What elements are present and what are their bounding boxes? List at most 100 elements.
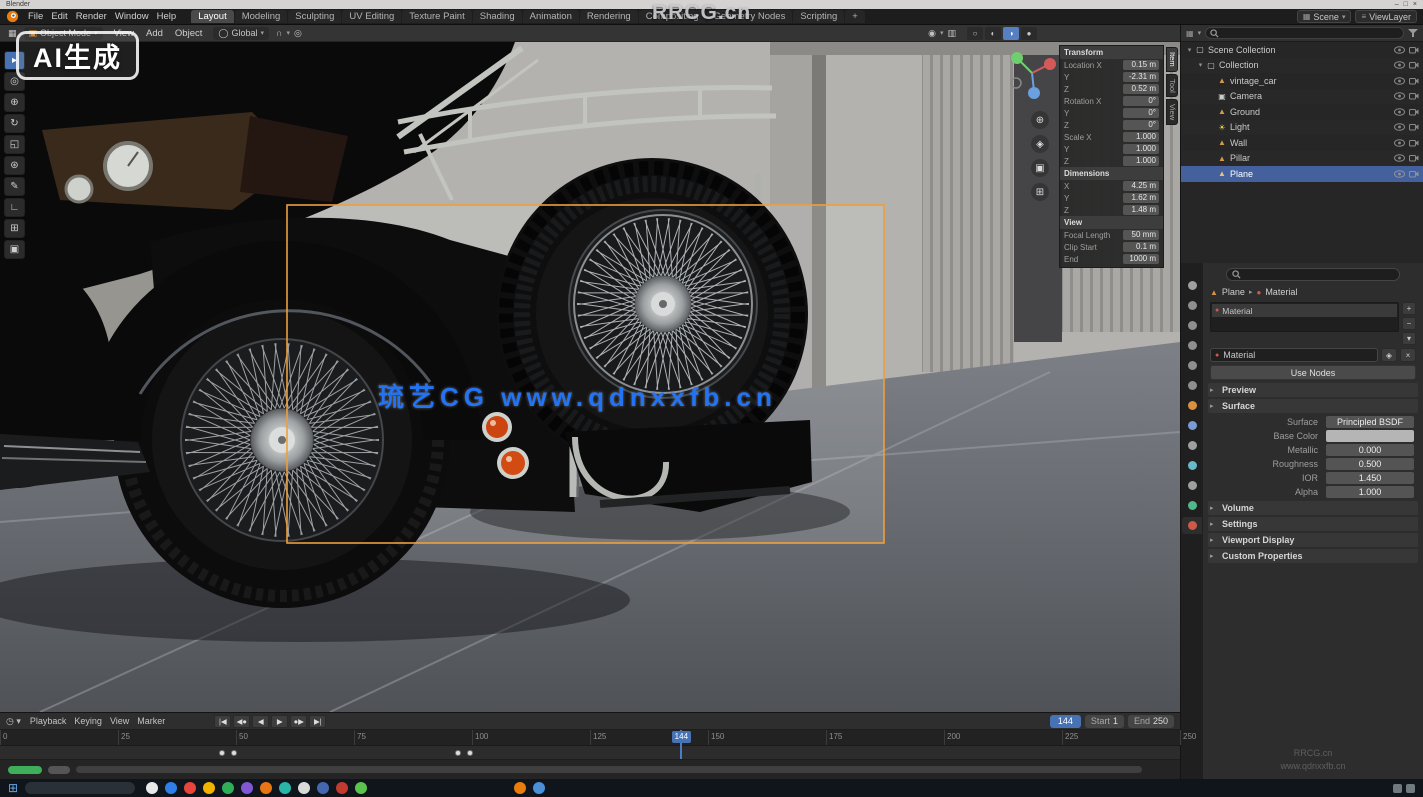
properties-tab[interactable] [1182,277,1202,294]
property-row[interactable]: ▸ Metallic 0.000 [1210,443,1416,457]
filter-funnel-icon[interactable] [1408,29,1418,38]
render-camera-icon[interactable] [1409,108,1419,116]
outliner-row[interactable]: ▾ ▢ Collection [1181,58,1423,74]
outliner-row[interactable]: ▾ ▲ Wall [1181,135,1423,151]
transport-button[interactable]: ◀● [233,715,250,728]
scene-selector[interactable]: ▦Scene▾ [1297,10,1352,23]
current-frame-field[interactable]: 144 [1050,715,1081,728]
sidebar-row[interactable]: Z 1.48 m [1060,204,1163,216]
topbar-menu-item[interactable]: Edit [47,11,71,22]
properties-tab[interactable] [1182,437,1202,454]
timeline-ruler[interactable]: 0255075100125150175200225250 144 [0,730,1180,746]
render-camera-icon[interactable] [1409,61,1419,69]
visibility-eye-icon[interactable] [1394,139,1405,147]
viewport-nav-icon[interactable]: ⊕ [1031,111,1049,129]
sidebar-row[interactable]: Rotation X 0° [1060,95,1163,107]
timeline-menu-item[interactable]: View [107,716,132,726]
workspace-tab[interactable]: + [845,10,865,23]
datablock-button[interactable]: ◈ [1381,348,1397,362]
property-row[interactable]: ▸ Surface [1208,399,1418,413]
use-nodes-button[interactable]: Use Nodes [1210,365,1416,380]
app-icon[interactable] [336,782,348,794]
transport-button[interactable]: ▶| [309,715,326,728]
taskbar-search[interactable] [25,782,135,794]
minimize-icon[interactable]: – [1395,1,1399,8]
visibility-eye-icon[interactable] [1394,154,1405,162]
app-icon[interactable] [165,782,177,794]
outliner-row[interactable]: ▾ ▲ vintage_car [1181,73,1423,89]
sidebar-row[interactable]: Y 1.000 [1060,143,1163,155]
sidebar-row[interactable]: Transform [1060,46,1163,59]
outliner-search-input[interactable] [1205,27,1404,39]
keyframe-dot[interactable] [219,750,225,756]
sidebar-row[interactable]: End 1000 m [1060,253,1163,265]
property-row[interactable]: ▸ Custom Properties [1208,549,1418,563]
snap-magnet-icon[interactable]: ∩ [276,28,282,38]
property-row[interactable]: ▸ Viewport Display [1208,533,1418,547]
properties-tab[interactable] [1182,497,1202,514]
property-row[interactable]: ▸ IOR 1.450 [1210,471,1416,485]
shading-mode-button[interactable]: ◑ [1003,27,1019,40]
workspace-tab[interactable]: Animation [523,10,579,23]
render-camera-icon[interactable] [1409,154,1419,162]
render-camera-icon[interactable] [1409,139,1419,147]
viewport-menu-item[interactable]: Add [142,28,167,39]
navigation-gizmo[interactable] [1006,47,1058,102]
viewport-nav-icon[interactable]: ▣ [1031,159,1049,177]
sidebar-row[interactable]: Y 0° [1060,107,1163,119]
app-icon[interactable] [298,782,310,794]
visibility-eye-icon[interactable] [1394,77,1405,85]
tool-button[interactable]: ∟ [4,198,25,217]
transport-button[interactable]: |◀ [214,715,231,728]
app-icon[interactable] [241,782,253,794]
properties-tab[interactable] [1182,297,1202,314]
render-camera-icon[interactable] [1409,170,1419,178]
breadcrumb-object[interactable]: Plane [1222,287,1245,297]
topbar-menu-item[interactable]: Window [111,11,153,22]
overlays-dropdown-icon[interactable]: ▾ [940,29,944,37]
outliner-mode-dropdown-icon[interactable]: ▾ [1198,29,1202,37]
breadcrumb-data[interactable]: Material [1265,287,1297,297]
app-icon[interactable] [514,782,526,794]
viewport-nav-icon[interactable]: ◈ [1031,135,1049,153]
tray-icon[interactable] [1406,784,1415,793]
timeline-editor-icon[interactable]: ◷ ▾ [6,716,21,727]
tool-button[interactable]: ⊕ [4,93,25,112]
properties-tab[interactable] [1182,477,1202,494]
app-icon[interactable] [279,782,291,794]
workspace-tab[interactable]: Sculpting [288,10,341,23]
workspace-tab[interactable]: Modeling [235,10,288,23]
visibility-eye-icon[interactable] [1394,123,1405,131]
viewport-nav-icon[interactable]: ⊞ [1031,183,1049,201]
expand-caret-icon[interactable]: ▾ [1185,46,1194,54]
overlays-icon[interactable]: ◉ [928,28,936,39]
app-icon[interactable] [222,782,234,794]
keyframe-dot[interactable] [231,750,237,756]
sidebar-row[interactable]: Scale X 1.000 [1060,131,1163,143]
blender-logo-icon[interactable] [6,10,19,23]
dopesheet-lane[interactable] [0,746,1180,760]
workspace-tab[interactable]: Shading [473,10,522,23]
topbar-menu-item[interactable]: Render [72,11,111,22]
color-swatch[interactable] [1326,430,1414,442]
outliner-row[interactable]: ▾ ▲ Plane [1181,166,1423,182]
app-icon[interactable] [317,782,329,794]
outliner-row[interactable]: ▾ ▲ Ground [1181,104,1423,120]
property-row[interactable]: ▸ Settings [1208,517,1418,531]
viewport-menu-item[interactable]: Object [171,28,206,39]
workspace-tab[interactable]: Texture Paint [402,10,471,23]
properties-tab[interactable] [1182,317,1202,334]
properties-tab[interactable] [1182,517,1202,534]
property-row[interactable]: ▸ Alpha 1.000 [1210,485,1416,499]
maximize-icon[interactable]: □ [1404,1,1408,8]
sidebar-row[interactable]: Dimensions [1060,167,1163,180]
material-slot[interactable]: ● Material [1212,304,1397,317]
app-icon[interactable] [533,782,545,794]
properties-tab[interactable] [1182,357,1202,374]
render-camera-icon[interactable] [1409,46,1419,54]
sidebar-row[interactable]: Location X 0.15 m [1060,59,1163,71]
property-row[interactable]: ▸ Roughness 0.500 [1210,457,1416,471]
sidebar-row[interactable]: View [1060,216,1163,229]
transport-button[interactable]: ▶ [271,715,288,728]
close-icon[interactable]: × [1413,1,1417,8]
